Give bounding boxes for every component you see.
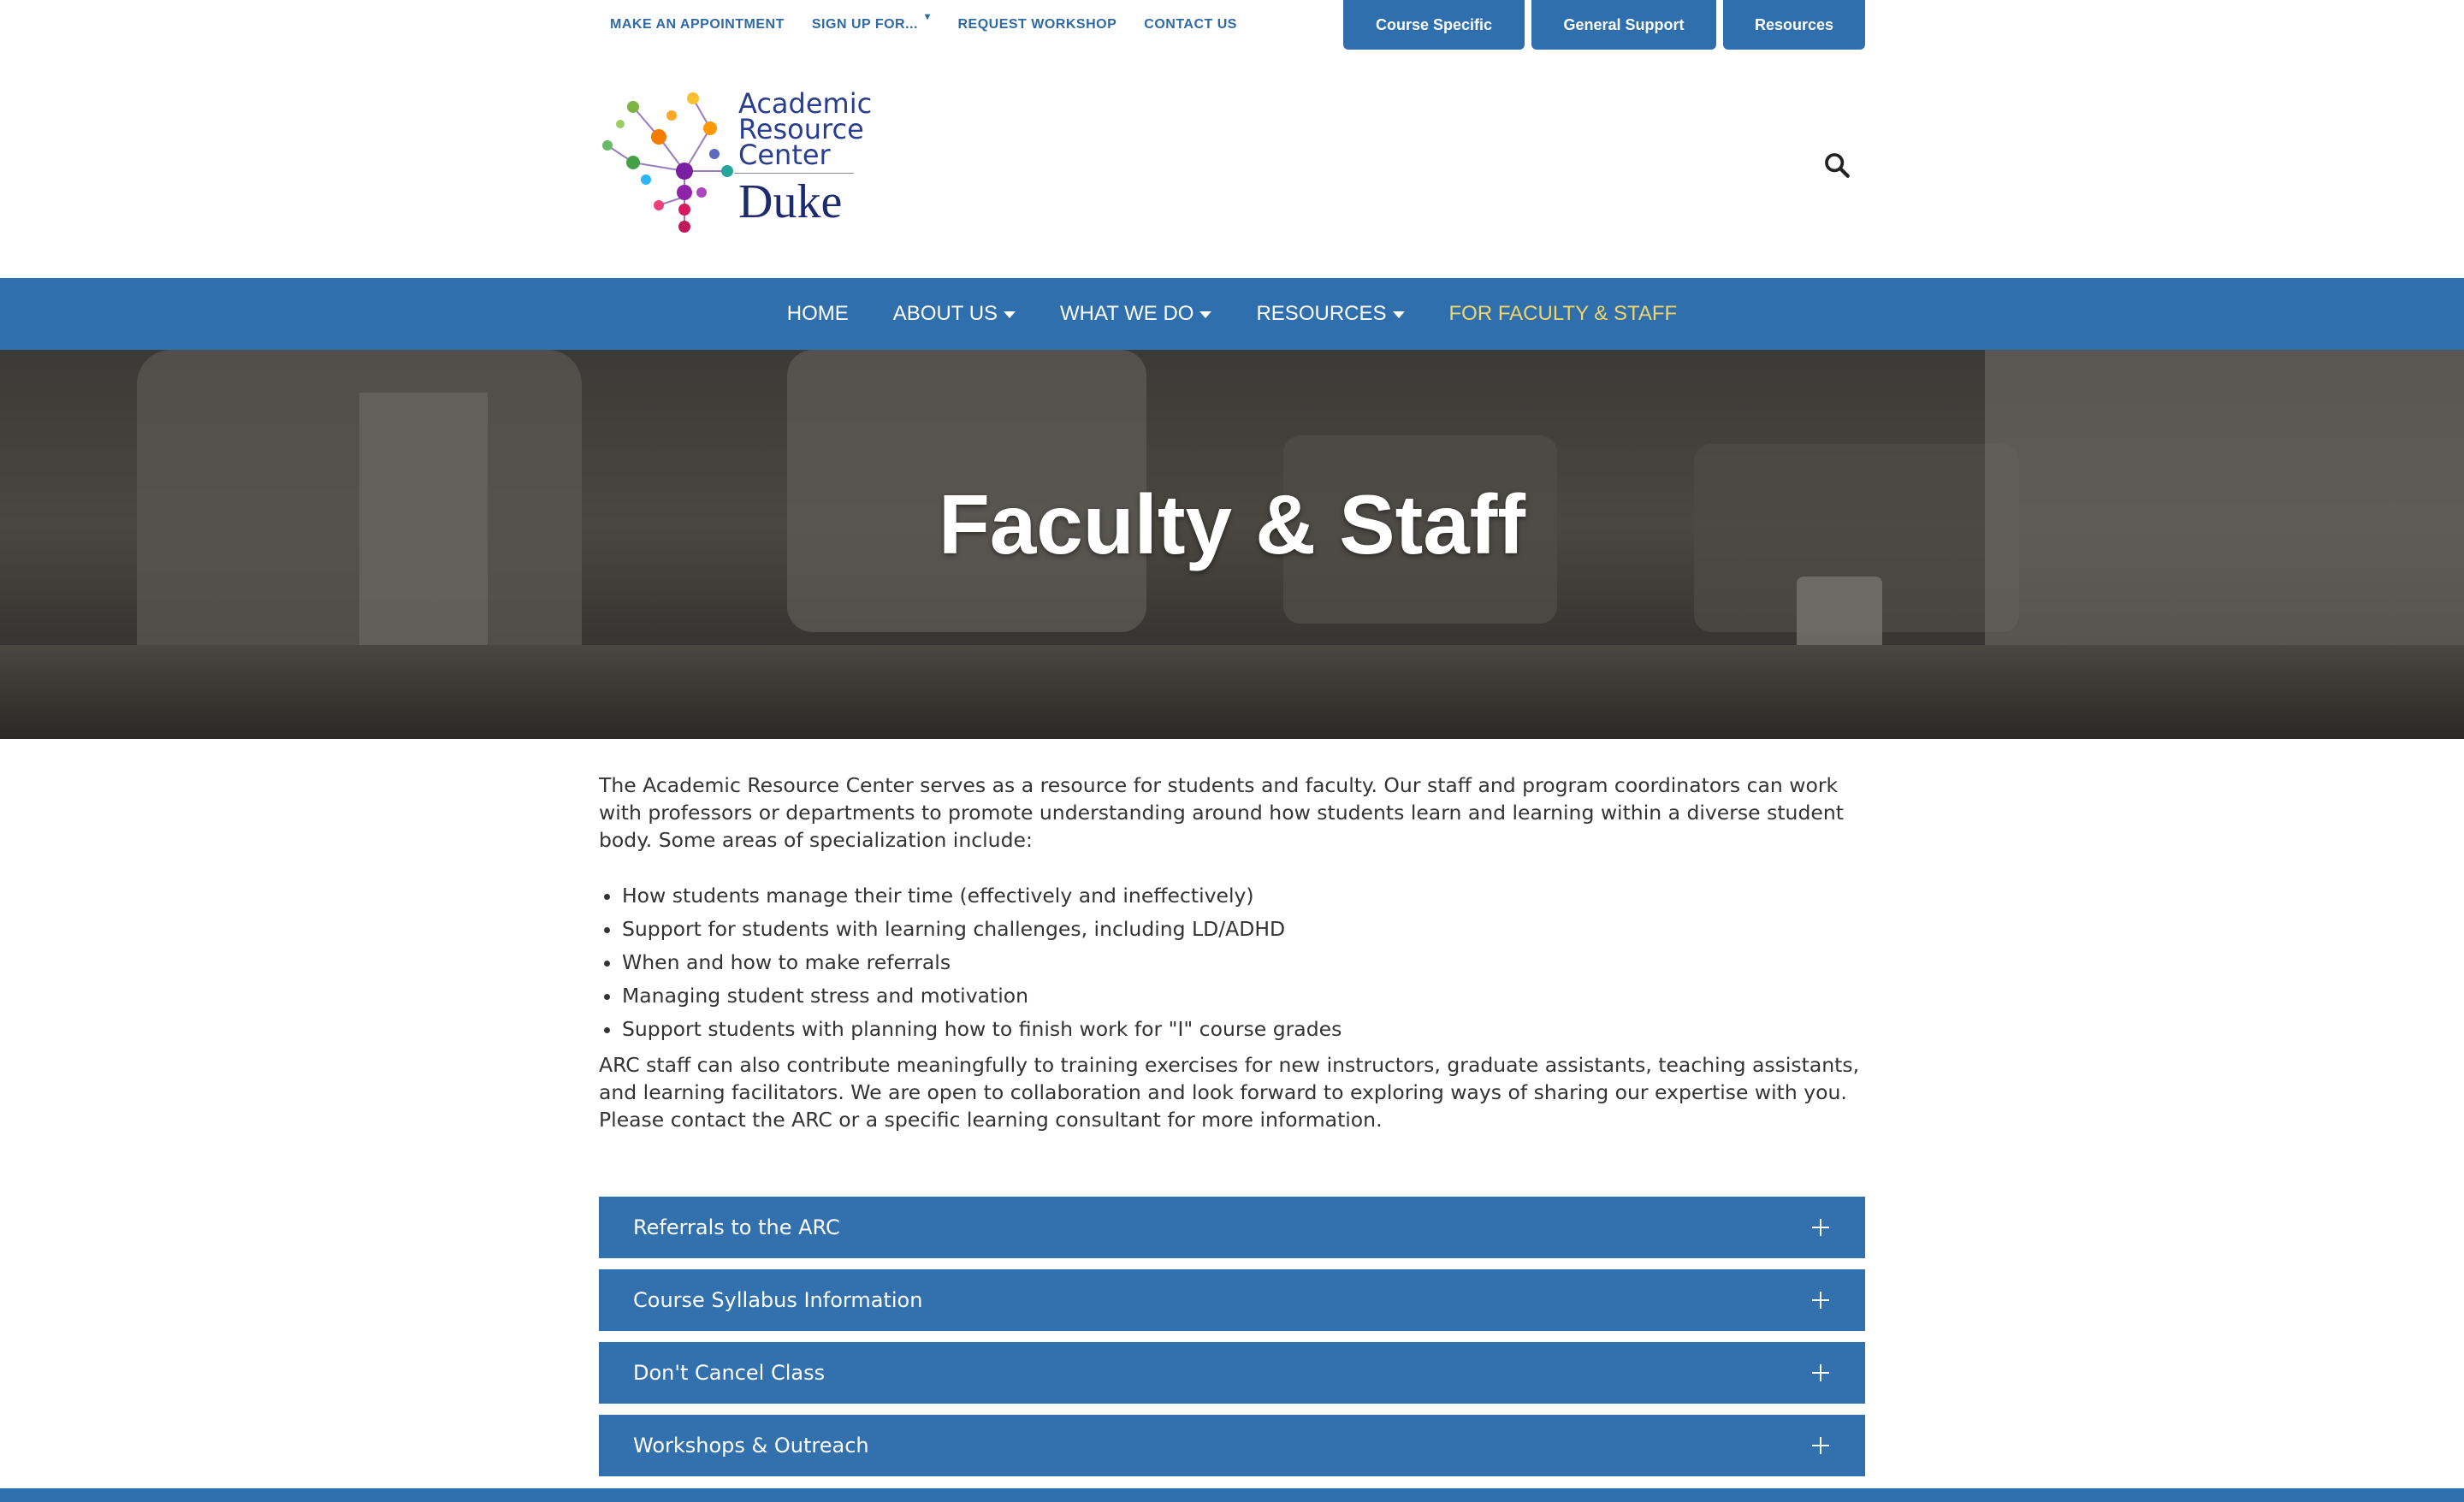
nav-item-label: WHAT WE DO xyxy=(1060,302,1194,325)
logo-divider xyxy=(734,173,854,174)
request-workshop-label: REQUEST WORKSHOP xyxy=(957,17,1117,32)
nav-item-faculty-staff[interactable]: FOR FACULTY & STAFF xyxy=(1449,302,1678,326)
accordion-label: Workshops & Outreach xyxy=(633,1434,869,1458)
plus-icon xyxy=(1810,1217,1831,1238)
list-item: How students manage their time (effectiv… xyxy=(622,879,1865,913)
logo-duke: Duke xyxy=(738,175,843,228)
accordion-label: Referrals to the ARC xyxy=(633,1215,840,1239)
nav-item-label: ABOUT US xyxy=(892,302,998,325)
main-content: The Academic Resource Center serves as a… xyxy=(599,772,1865,1133)
footer-strip xyxy=(0,1488,2464,1502)
search-icon[interactable] xyxy=(1822,151,1851,180)
hero-banner: Faculty & Staff xyxy=(0,350,2464,739)
logo-wordmark: Academic Resource Center xyxy=(738,90,872,171)
make-appointment-label: MAKE AN APPOINTMENT xyxy=(610,17,785,32)
nav-item-about-us[interactable]: ABOUT US xyxy=(893,302,1016,326)
make-appointment-link[interactable]: MAKE AN APPOINTMENT xyxy=(610,17,785,33)
logo-line-center: Center xyxy=(738,139,831,171)
list-item: Support students with planning how to fi… xyxy=(622,1013,1865,1046)
plus-icon xyxy=(1810,1435,1831,1456)
nav-item-label: HOME xyxy=(786,302,849,325)
outro-paragraph: ARC staff can also contribute meaningful… xyxy=(599,1053,1860,1132)
main-navigation: HOME ABOUT US WHAT WE DO RESOURCES FOR F… xyxy=(0,278,2464,350)
caret-down-icon xyxy=(1004,311,1016,318)
caret-down-icon xyxy=(1199,311,1212,318)
intro-paragraph: The Academic Resource Center serves as a… xyxy=(599,773,1844,852)
plus-icon xyxy=(1810,1363,1831,1383)
request-workshop-link[interactable]: REQUEST WORKSHOP xyxy=(957,17,1116,33)
nav-item-label: RESOURCES xyxy=(1256,302,1387,325)
chevron-down-icon: ▾ xyxy=(924,10,931,22)
sign-up-for-dropdown[interactable]: SIGN UP FOR... ▾ xyxy=(811,10,931,33)
caret-down-icon xyxy=(1392,311,1405,318)
specialization-list: How students manage their time (effectiv… xyxy=(599,879,1865,1046)
accordion-referrals[interactable]: Referrals to the ARC xyxy=(599,1197,1865,1258)
accordion-workshops-outreach[interactable]: Workshops & Outreach xyxy=(599,1415,1865,1476)
accordion-dont-cancel-class[interactable]: Don't Cancel Class xyxy=(599,1342,1865,1404)
nav-item-home[interactable]: HOME xyxy=(787,302,849,326)
general-support-button[interactable]: General Support xyxy=(1531,0,1716,50)
page-title: Faculty & Staff xyxy=(938,477,1526,571)
contact-us-link[interactable]: CONTACT US xyxy=(1144,17,1237,33)
logo-tree-icon xyxy=(602,92,733,233)
list-item: Managing student stress and motivation xyxy=(622,979,1865,1013)
contact-us-label: CONTACT US xyxy=(1144,17,1237,32)
sign-up-for-label: SIGN UP FOR... xyxy=(811,17,918,32)
nav-item-resources[interactable]: RESOURCES xyxy=(1256,302,1405,326)
utility-bar: MAKE AN APPOINTMENT SIGN UP FOR... ▾ REQU… xyxy=(599,0,1865,50)
course-specific-button[interactable]: Course Specific xyxy=(1343,0,1525,50)
utility-links: MAKE AN APPOINTMENT SIGN UP FOR... ▾ REQU… xyxy=(599,0,1265,50)
utility-buttons: Course Specific General Support Resource… xyxy=(1336,0,1865,50)
main-navigation-items: HOME ABOUT US WHAT WE DO RESOURCES FOR F… xyxy=(0,278,2464,350)
accordion: Referrals to the ARC Course Syllabus Inf… xyxy=(599,1197,1865,1487)
accordion-course-syllabus[interactable]: Course Syllabus Information xyxy=(599,1269,1865,1331)
arc-logo[interactable]: Academic Resource Center Duke xyxy=(599,86,872,239)
list-item: Support for students with learning chall… xyxy=(622,913,1865,946)
nav-item-what-we-do[interactable]: WHAT WE DO xyxy=(1060,302,1212,326)
accordion-label: Don't Cancel Class xyxy=(633,1361,826,1385)
nav-item-label: FOR FACULTY & STAFF xyxy=(1448,302,1678,325)
resources-button[interactable]: Resources xyxy=(1723,0,1865,50)
accordion-label: Course Syllabus Information xyxy=(633,1288,923,1312)
plus-icon xyxy=(1810,1290,1831,1310)
list-item: When and how to make referrals xyxy=(622,946,1865,979)
